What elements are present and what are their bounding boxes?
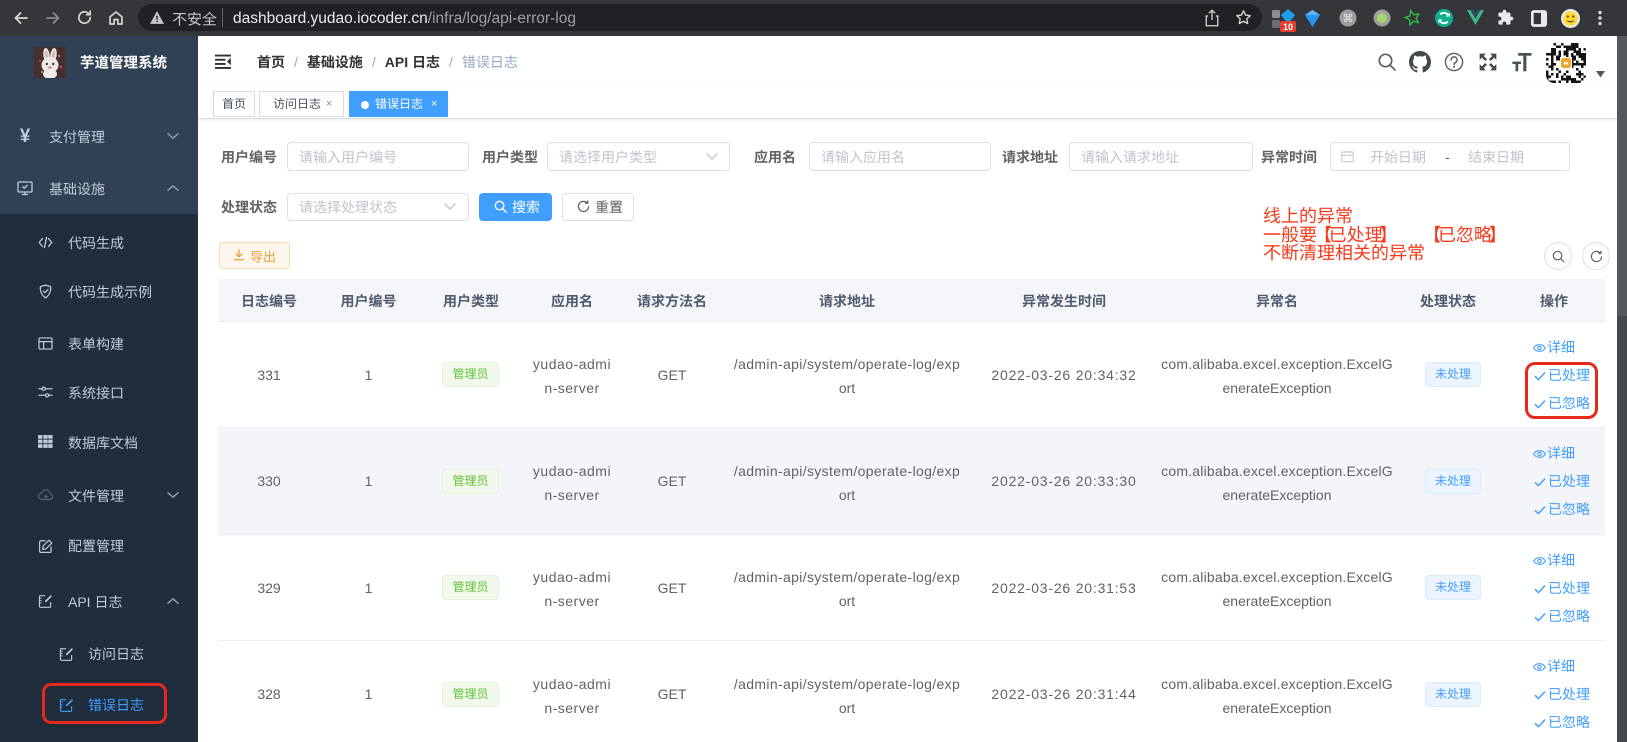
svg-text:⌘: ⌘	[1343, 13, 1354, 25]
svg-text:10: 10	[1283, 22, 1293, 32]
